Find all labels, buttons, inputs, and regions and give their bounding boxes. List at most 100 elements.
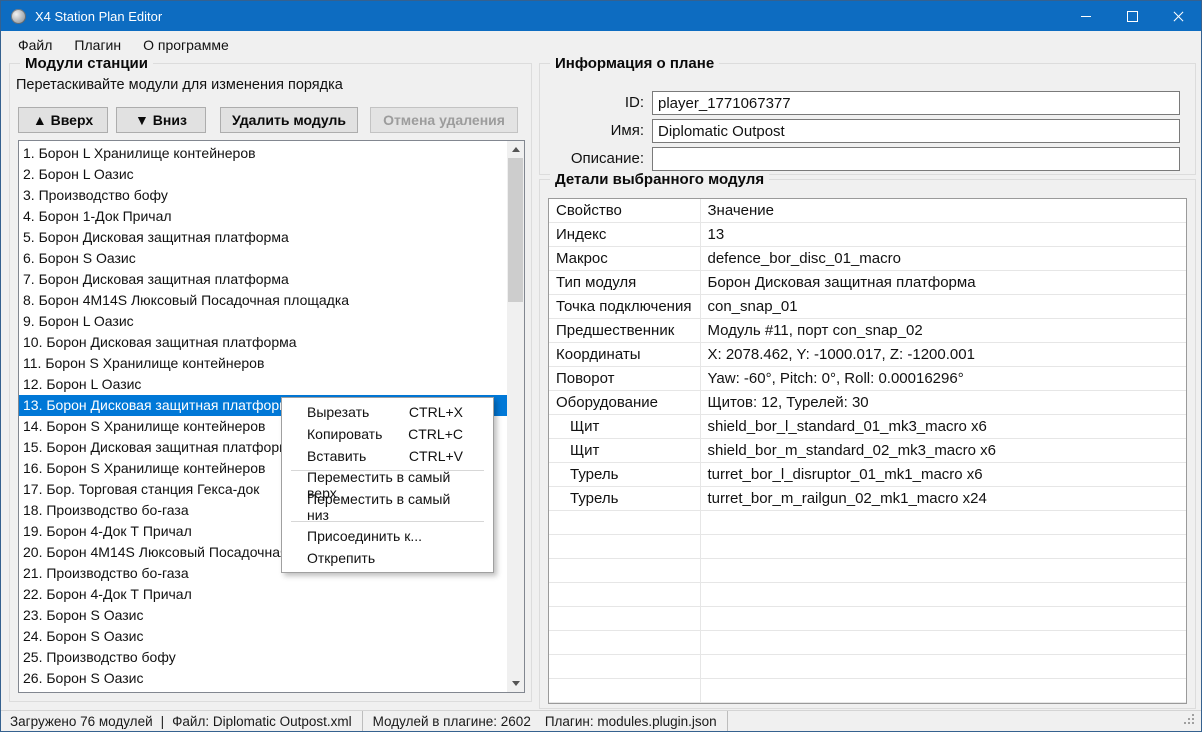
details-value-cell: X: 2078.462, Y: -1000.017, Z: -1200.001 [700,343,1186,367]
plan-name-label: Имя: [542,119,644,143]
details-row [549,511,1186,535]
module-details-title: Детали выбранного модуля [550,171,769,188]
context-menu-item[interactable]: Переместить в самый низ [282,496,493,518]
details-property-cell: Турель [549,487,700,511]
details-property-cell [549,631,700,655]
details-row [549,559,1186,583]
details-property-cell: Индекс [549,223,700,247]
maximize-button[interactable] [1109,1,1155,31]
status-file: Файл: Diplomatic Outpost.xml [172,714,351,729]
module-details-panel: Детали выбранного модуля СвойствоЗначени… [539,179,1196,709]
close-button[interactable] [1155,1,1201,31]
details-value-cell: Щитов: 12, Турелей: 30 [700,391,1186,415]
details-value-cell: shield_bor_l_standard_01_mk3_macro x6 [700,415,1186,439]
plan-id-input[interactable] [652,91,1180,115]
details-property-cell [549,655,700,679]
context-menu-item-label: Открепить [307,550,375,566]
module-list-item[interactable]: 22. Борон 4-Док Т Причал [19,584,507,605]
status-pipe: | [161,714,165,729]
details-row: Турельturret_bor_m_railgun_02_mk1_macro … [549,487,1186,511]
details-property-cell [549,511,700,535]
plan-name-input[interactable] [652,119,1180,143]
move-down-button[interactable]: ▼ Вниз [116,107,206,133]
scrollbar-thumb[interactable] [508,158,523,302]
minimize-icon [1081,16,1091,17]
details-value-cell: shield_bor_m_standard_02_mk3_macro x6 [700,439,1186,463]
drag-hint-text: Перетаскивайте модули для изменения поря… [16,77,343,93]
module-list-item[interactable]: 9. Борон L Оазис [19,311,507,332]
menubar-item-2[interactable]: Плагин [63,33,132,57]
minimize-button[interactable] [1063,1,1109,31]
module-list-item[interactable]: 6. Борон S Оазис [19,248,507,269]
details-value-cell [700,631,1186,655]
details-property-cell [549,583,700,607]
context-menu-item-label: Вырезать [307,404,369,420]
plan-description-label: Описание: [542,147,644,171]
plan-description-input[interactable] [652,147,1180,171]
context-menu-item-shortcut: CTRL+C [408,426,463,442]
module-list-item[interactable]: 8. Борон 4M14S Люксовый Посадочная площа… [19,290,507,311]
menubar: ФайлПлагинО программе [1,31,1201,58]
context-menu-item-label: Присоединить к... [307,528,422,544]
move-up-button[interactable]: ▲ Вверх [18,107,108,133]
context-menu-item-label: Переместить в самый низ [307,491,451,523]
status-modules-loaded: Загружено 76 модулей [10,714,153,729]
context-menu-item[interactable]: Присоединить к... [282,525,493,547]
details-row: Щитshield_bor_m_standard_02_mk3_macro x6 [549,439,1186,463]
maximize-icon [1127,11,1138,22]
close-icon [1173,11,1184,22]
details-value-cell [700,655,1186,679]
delete-module-button[interactable]: Удалить модуль [220,107,358,133]
context-menu-item[interactable]: Копировать CTRL+C [282,423,493,445]
module-list-item[interactable]: 1. Борон L Хранилище контейнеров [19,143,507,164]
scroll-up-button[interactable] [507,141,524,158]
details-value-cell: Значение [700,199,1186,223]
details-value-cell: Yaw: -60°, Pitch: 0°, Roll: 0.00016296° [700,367,1186,391]
context-menu-item[interactable]: Открепить [282,547,493,569]
details-value-cell [700,583,1186,607]
context-menu-item[interactable]: ВставитьCTRL+V [282,445,493,467]
module-list-item[interactable]: 5. Борон Дисковая защитная платформа [19,227,507,248]
resize-grip-icon[interactable] [1192,714,1194,716]
station-modules-title: Модули станции [20,55,153,72]
plan-name-row: Имя: [540,119,1195,143]
titlebar[interactable]: X4 Station Plan Editor [1,1,1201,31]
details-row: Макросdefence_bor_disc_01_macro [549,247,1186,271]
module-list-item[interactable]: 12. Борон L Оазис [19,374,507,395]
menubar-item-3[interactable]: О программе [132,33,240,57]
list-scrollbar[interactable] [507,141,524,692]
module-list-item[interactable]: 26. Борон S Оазис [19,668,507,689]
details-row: Щитshield_bor_l_standard_01_mk3_macro x6 [549,415,1186,439]
details-row [549,679,1186,703]
module-list-item[interactable]: 23. Борон S Оазис [19,605,507,626]
window-title: X4 Station Plan Editor [35,9,162,24]
context-menu-item-shortcut: CTRL+X [409,404,463,420]
details-value-cell: Модуль #11, порт con_snap_02 [700,319,1186,343]
module-list-item[interactable]: 10. Борон Дисковая защитная платформа [19,332,507,353]
details-property-cell [549,607,700,631]
details-value-cell [700,559,1186,583]
module-list-item[interactable]: 2. Борон L Оазис [19,164,507,185]
details-property-cell: Тип модуля [549,271,700,295]
app-icon [11,9,26,24]
details-row: СвойствоЗначение [549,199,1186,223]
module-list-item[interactable]: 24. Борон S Оазис [19,626,507,647]
module-list-item[interactable]: 25. Производство бофу [19,647,507,668]
module-list-item[interactable]: 4. Борон 1-Док Причал [19,206,507,227]
details-row: ПоворотYaw: -60°, Pitch: 0°, Roll: 0.000… [549,367,1186,391]
details-row: ОборудованиеЩитов: 12, Турелей: 30 [549,391,1186,415]
details-value-cell [700,679,1186,703]
details-row [549,583,1186,607]
module-list-item[interactable]: 7. Борон Дисковая защитная платформа [19,269,507,290]
module-list-item[interactable]: 3. Производство бофу [19,185,507,206]
details-property-cell: Оборудование [549,391,700,415]
context-menu-item[interactable]: Вырезать CTRL+X [282,401,493,423]
plan-id-row: ID: [540,91,1195,115]
module-list-item[interactable]: 11. Борон S Хранилище контейнеров [19,353,507,374]
menubar-item-1[interactable]: Файл [7,33,63,57]
details-value-cell [700,511,1186,535]
details-property-cell [549,535,700,559]
scroll-down-button[interactable] [507,675,524,692]
context-menu-item-label: Копировать [307,426,382,442]
details-row: Индекс13 [549,223,1186,247]
